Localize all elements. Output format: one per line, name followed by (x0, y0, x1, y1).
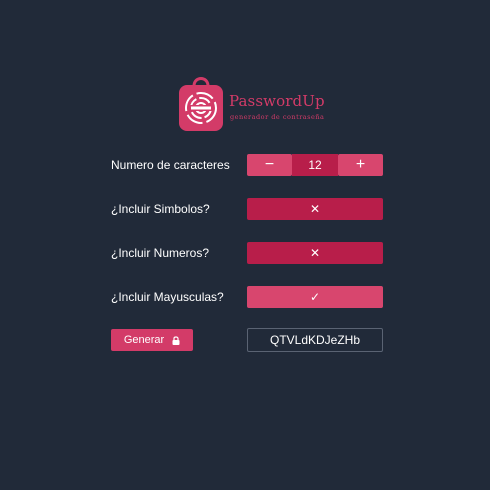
length-value: 12 (292, 154, 338, 176)
app-title: PasswordUp (229, 92, 325, 110)
length-stepper: − 12 + (247, 154, 383, 176)
increment-button[interactable]: + (338, 154, 383, 176)
generate-button[interactable]: Generar (111, 329, 193, 351)
generate-button-label: Generar (123, 334, 165, 346)
decrement-button[interactable]: − (247, 154, 292, 176)
app-tagline: generador de contraseña (230, 113, 325, 121)
lock-icon (172, 335, 180, 345)
shopping-bag-logo-icon (179, 77, 223, 131)
symbols-label: ¿Incluir Simbolos? (111, 202, 210, 216)
plus-icon: + (355, 156, 366, 173)
minus-icon: − (264, 156, 275, 173)
numbers-toggle[interactable]: ✕ (247, 242, 383, 264)
numbers-label: ¿Incluir Numeros? (111, 246, 210, 260)
cross-icon: ✕ (309, 202, 321, 216)
password-output[interactable]: QTVLdKDJeZHb (247, 328, 383, 352)
app-logo: PasswordUp generador de contraseña (178, 72, 338, 134)
uppercase-label: ¿Incluir Mayusculas? (111, 290, 224, 304)
cross-icon: ✕ (309, 246, 321, 260)
length-label: Numero de caracteres (111, 158, 230, 172)
symbols-toggle[interactable]: ✕ (247, 198, 383, 220)
check-icon: ✓ (309, 290, 321, 304)
uppercase-toggle[interactable]: ✓ (247, 286, 383, 308)
